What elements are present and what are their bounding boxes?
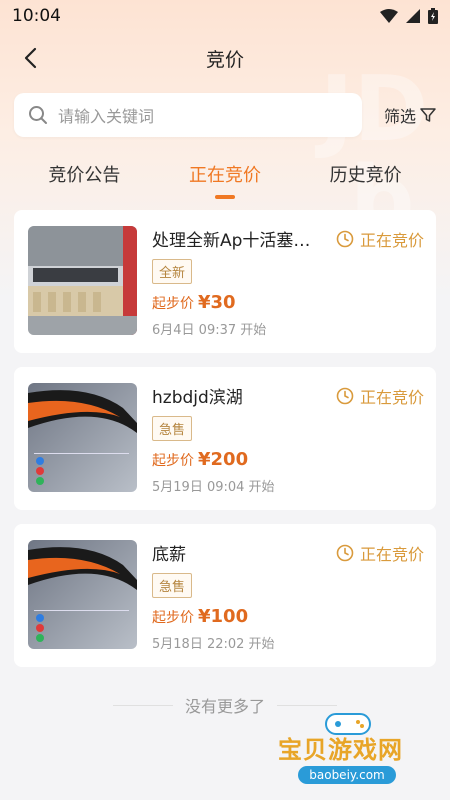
auction-list: 处理全新Ap十活塞卡... 正在竞价 全新 起步价 ¥30 6月4日 09:37… [14, 210, 436, 681]
back-arrow-icon [24, 47, 37, 69]
battery-icon [428, 8, 438, 24]
clock-icon [336, 230, 354, 247]
search-placeholder: 请输入关键词 [58, 107, 155, 126]
navigation-bar: 竞价 [0, 36, 450, 80]
start-time: 5月18日 22:02 开始 [152, 637, 275, 652]
search-row: 请输入关键词 筛选 [14, 93, 436, 137]
bid-status: 正在竞价 [336, 227, 424, 251]
no-more-text: 没有更多了 [184, 697, 265, 716]
clock-icon [336, 544, 354, 561]
logo-url: baobeiy.com [298, 766, 396, 784]
tab-label: 历史竞价 [329, 165, 402, 186]
auction-card[interactable]: 处理全新Ap十活塞卡... 正在竞价 全新 起步价 ¥30 6月4日 09:37… [14, 210, 436, 353]
filter-icon [420, 108, 436, 122]
tab-bar: 竞价公告 正在竞价 历史竞价 [0, 155, 450, 201]
back-button[interactable] [16, 44, 44, 72]
price-value: ¥100 [198, 606, 249, 627]
starting-price: 起步价 ¥200 [152, 449, 424, 470]
status-time: 10:04 [12, 6, 61, 26]
wifi-icon [380, 9, 398, 23]
price-label: 起步价 [152, 453, 194, 469]
logo-name: 宝贝游戏网 [278, 736, 403, 764]
item-thumbnail [28, 540, 137, 649]
tab-bidding[interactable]: 正在竞价 [189, 155, 261, 201]
bid-status-label: 正在竞价 [359, 230, 424, 250]
item-thumbnail [28, 383, 137, 492]
auction-card[interactable]: 底薪 正在竞价 急售 起步价 ¥100 5月18日 22:02 开始 [14, 524, 436, 667]
search-input[interactable]: 请输入关键词 [14, 93, 362, 137]
auction-card[interactable]: hzbdjd滨湖 正在竞价 急售 起步价 ¥200 5月19日 09:04 开始 [14, 367, 436, 510]
tab-history[interactable]: 历史竞价 [330, 155, 402, 201]
page-title: 竞价 [205, 48, 244, 71]
item-title: 底薪 [152, 545, 186, 565]
start-time: 6月4日 09:37 开始 [152, 323, 267, 338]
divider [277, 704, 337, 706]
bid-status: 正在竞价 [336, 384, 424, 408]
phone-screenshot-image [28, 383, 137, 492]
phone-screenshot-image [28, 540, 137, 649]
item-title: 处理全新Ap十活塞卡... [152, 231, 322, 251]
tab-label: 竞价公告 [48, 165, 121, 186]
price-value: ¥30 [198, 292, 236, 313]
filter-button[interactable]: 筛选 [384, 103, 436, 127]
item-thumbnail [28, 226, 137, 335]
tab-announcement[interactable]: 竞价公告 [48, 155, 120, 201]
tab-label: 正在竞价 [188, 165, 261, 186]
price-label: 起步价 [152, 610, 194, 626]
status-bar: 10:04 [0, 0, 450, 32]
divider [112, 704, 173, 706]
signal-icon [406, 9, 420, 23]
condition-tag: 全新 [152, 259, 193, 284]
clock-icon [336, 387, 354, 404]
price-value: ¥200 [198, 449, 249, 470]
item-title: hzbdjd滨湖 [152, 388, 243, 408]
start-time: 5月19日 09:04 开始 [152, 480, 275, 495]
bid-status-label: 正在竞价 [359, 387, 424, 407]
condition-tag: 急售 [152, 573, 193, 598]
warehouse-image [28, 226, 137, 335]
site-watermark-logo: 宝贝游戏网 baobeiy.com [270, 708, 440, 792]
starting-price: 起步价 ¥100 [152, 606, 424, 627]
bid-status-label: 正在竞价 [359, 544, 424, 564]
filter-label: 筛选 [383, 107, 416, 126]
price-label: 起步价 [152, 296, 194, 312]
starting-price: 起步价 ¥30 [152, 292, 424, 313]
active-tab-indicator [214, 195, 235, 199]
bid-status: 正在竞价 [336, 541, 424, 565]
condition-tag: 急售 [152, 416, 193, 441]
search-icon [29, 106, 47, 124]
